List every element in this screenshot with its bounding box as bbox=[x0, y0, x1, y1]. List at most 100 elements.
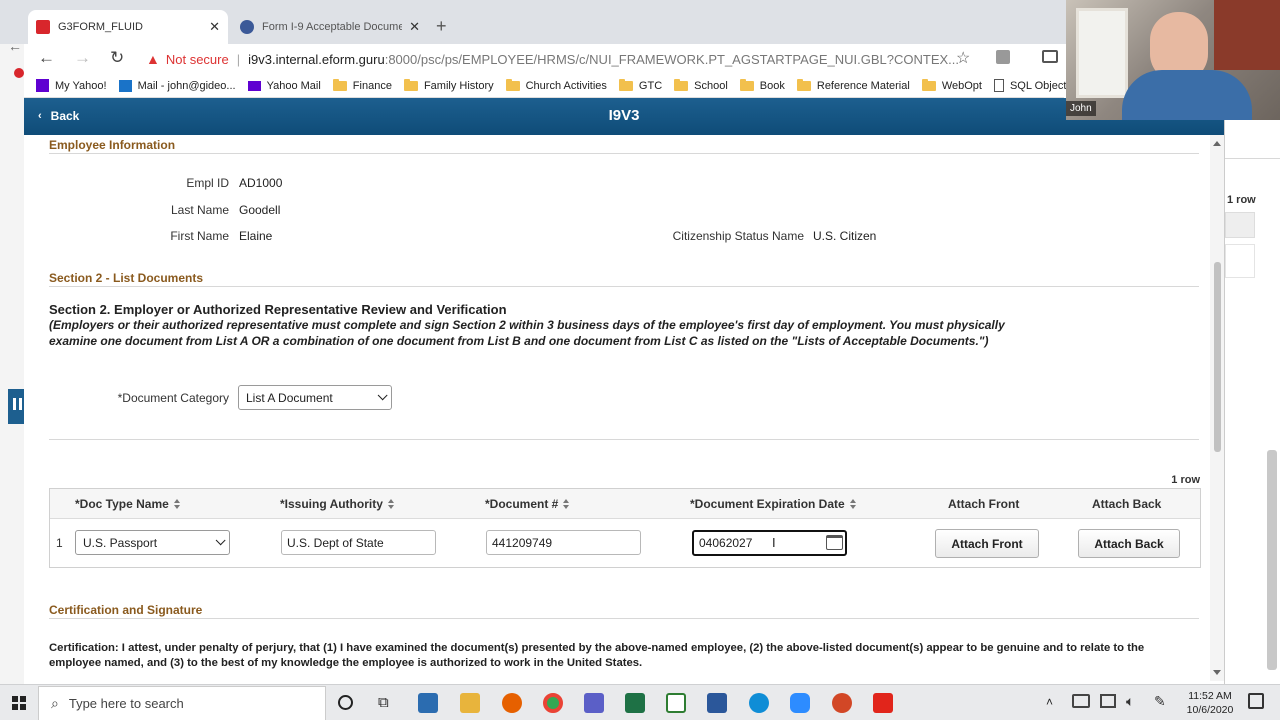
bookmark-school[interactable]: School bbox=[674, 78, 728, 92]
cast-icon[interactable] bbox=[1042, 50, 1058, 63]
file-explorer-icon[interactable] bbox=[460, 693, 480, 713]
pen-icon[interactable]: ✎ bbox=[1154, 693, 1166, 710]
chevron-down-icon bbox=[215, 535, 226, 546]
network-icon[interactable] bbox=[1072, 694, 1090, 708]
site-icon bbox=[240, 20, 254, 34]
extension-icon[interactable] bbox=[996, 50, 1010, 64]
edge-icon[interactable] bbox=[749, 693, 769, 713]
bookmark-gtc[interactable]: GTC bbox=[618, 78, 662, 92]
bookmark-webopt[interactable]: WebOpt bbox=[921, 78, 982, 92]
powerpoint-icon[interactable] bbox=[832, 693, 852, 713]
cortana-icon[interactable] bbox=[338, 695, 353, 710]
acrobat-icon[interactable] bbox=[873, 693, 893, 713]
page-icon bbox=[993, 79, 1004, 92]
clock-time: 11:52 AM bbox=[1188, 690, 1232, 702]
display-icon[interactable] bbox=[1100, 694, 1116, 708]
first-name-label: First Name bbox=[170, 229, 229, 243]
close-tab-icon[interactable]: ✕ bbox=[409, 19, 420, 35]
document-number-input[interactable]: 441209749 bbox=[486, 530, 641, 555]
empl-id-value: AD1000 bbox=[239, 176, 283, 190]
doc-type-select[interactable]: U.S. Passport bbox=[75, 530, 230, 555]
folder-icon bbox=[505, 78, 520, 91]
col-issuing-authority[interactable]: *Issuing Authority bbox=[280, 497, 394, 511]
notification-dot bbox=[14, 68, 24, 78]
chevron-up-icon[interactable]: ˄ bbox=[1046, 695, 1053, 709]
taskbar-search-box[interactable]: ⌕ Type here to search bbox=[38, 686, 326, 720]
teams-icon[interactable] bbox=[584, 693, 604, 713]
task-view-icon[interactable]: ⧉ bbox=[378, 694, 389, 711]
address-bar[interactable]: ▲ Not secure | i9v3.internal.eform.guru … bbox=[146, 47, 966, 71]
folder-icon bbox=[618, 78, 633, 91]
window-frame bbox=[1076, 8, 1128, 98]
section2-heading: Section 2. Employer or Authorized Repres… bbox=[49, 302, 507, 317]
back-arrow-icon: ← bbox=[8, 38, 22, 54]
sign bbox=[1214, 0, 1280, 70]
bookmark-family-history[interactable]: Family History bbox=[403, 78, 494, 92]
close-tab-icon[interactable]: ✕ bbox=[209, 19, 220, 35]
tab-g3form[interactable]: G3FORM_FLUID ✕ bbox=[28, 10, 228, 44]
scrollbar-thumb[interactable] bbox=[1267, 450, 1277, 670]
url-host: i9v3.internal.eform.guru bbox=[248, 51, 385, 67]
col-attach-back: Attach Back bbox=[1092, 497, 1162, 511]
windows-start-icon[interactable] bbox=[12, 696, 26, 710]
bookmark-mail[interactable]: Mail - john@gideo... bbox=[118, 79, 236, 92]
forward-icon: → bbox=[74, 48, 91, 67]
scroll-down-icon[interactable] bbox=[1213, 670, 1221, 675]
page-title: I9V3 bbox=[608, 107, 640, 124]
reload-icon[interactable]: ↻ bbox=[110, 48, 124, 68]
folder-icon bbox=[739, 78, 754, 91]
tab-i9-docs[interactable]: Form I-9 Acceptable Documents ✕ bbox=[232, 10, 428, 44]
bookmark-church[interactable]: Church Activities bbox=[505, 78, 607, 92]
table-row: 1 U.S. Passport U.S. Dept of State 44120… bbox=[50, 519, 1200, 567]
excel-icon[interactable] bbox=[625, 693, 645, 713]
warning-icon: ▲ bbox=[146, 51, 160, 67]
teams-meeting-icon[interactable] bbox=[418, 693, 438, 713]
person-shirt bbox=[1122, 70, 1252, 120]
issuing-authority-input[interactable]: U.S. Dept of State bbox=[281, 530, 436, 555]
tab-title: G3FORM_FLUID bbox=[58, 21, 143, 33]
bookmark-star-icon[interactable]: ☆ bbox=[956, 48, 970, 68]
app-header: ‹ Back I9V3 bbox=[24, 98, 1224, 135]
notepad-icon[interactable] bbox=[666, 693, 686, 713]
folder-icon bbox=[796, 78, 811, 91]
documents-grid: *Doc Type Name *Issuing Authority *Docum… bbox=[49, 488, 1201, 568]
background-window bbox=[0, 44, 24, 684]
bookmarks-bar: My Yahoo! Mail - john@gideo... Yahoo Mai… bbox=[24, 74, 1089, 98]
calendar-icon[interactable] bbox=[826, 535, 843, 550]
zoom-icon[interactable] bbox=[790, 693, 810, 713]
bookmark-yahoo-mail[interactable]: Yahoo Mail bbox=[247, 80, 321, 92]
scrollbar-thumb[interactable] bbox=[1214, 262, 1221, 452]
col-document-number[interactable]: *Document # bbox=[485, 497, 570, 511]
volume-icon[interactable]: 🔈︎ bbox=[1126, 693, 1134, 710]
divider bbox=[49, 286, 1199, 287]
side-row-count: 1 row bbox=[1227, 194, 1256, 206]
word-icon[interactable] bbox=[707, 693, 727, 713]
back-icon[interactable]: ← bbox=[38, 48, 55, 68]
new-tab-icon[interactable]: + bbox=[436, 16, 447, 37]
citizenship-label: Citizenship Status Name bbox=[672, 229, 804, 243]
clock-date: 10/6/2020 bbox=[1186, 704, 1234, 716]
vertical-scrollbar[interactable] bbox=[1210, 135, 1224, 681]
bookmark-reference[interactable]: Reference Material bbox=[796, 78, 910, 92]
bookmark-finance[interactable]: Finance bbox=[332, 78, 392, 92]
attach-back-button[interactable]: Attach Back bbox=[1078, 529, 1180, 558]
doc-category-select[interactable]: List A Document bbox=[238, 385, 392, 410]
tab-title: Form I-9 Acceptable Documents bbox=[262, 21, 402, 33]
empl-id-label: Empl ID bbox=[186, 176, 229, 190]
bookmark-book[interactable]: Book bbox=[739, 78, 785, 92]
sort-icon bbox=[173, 499, 180, 509]
col-expiration-date[interactable]: *Document Expiration Date bbox=[690, 497, 856, 511]
chrome-icon[interactable] bbox=[543, 693, 563, 713]
bookmark-my-yahoo[interactable]: My Yahoo! bbox=[36, 79, 107, 92]
firefox-icon[interactable] bbox=[502, 693, 522, 713]
pause-icon bbox=[13, 398, 16, 410]
notifications-icon[interactable] bbox=[1248, 693, 1264, 709]
attach-front-button[interactable]: Attach Front bbox=[935, 529, 1039, 558]
divider bbox=[49, 618, 1199, 619]
expiration-date-input[interactable]: 04062027 I bbox=[692, 530, 847, 556]
system-clock[interactable]: 11:52 AM 10/6/2020 bbox=[1180, 689, 1240, 717]
col-doc-type[interactable]: *Doc Type Name bbox=[75, 497, 180, 511]
citizenship-value: U.S. Citizen bbox=[813, 229, 877, 243]
scroll-up-icon[interactable] bbox=[1213, 141, 1221, 146]
taskbar: ⌕ Type here to search ⧉ ˄ 🔈︎ ✎ 11:52 AM … bbox=[0, 684, 1280, 720]
